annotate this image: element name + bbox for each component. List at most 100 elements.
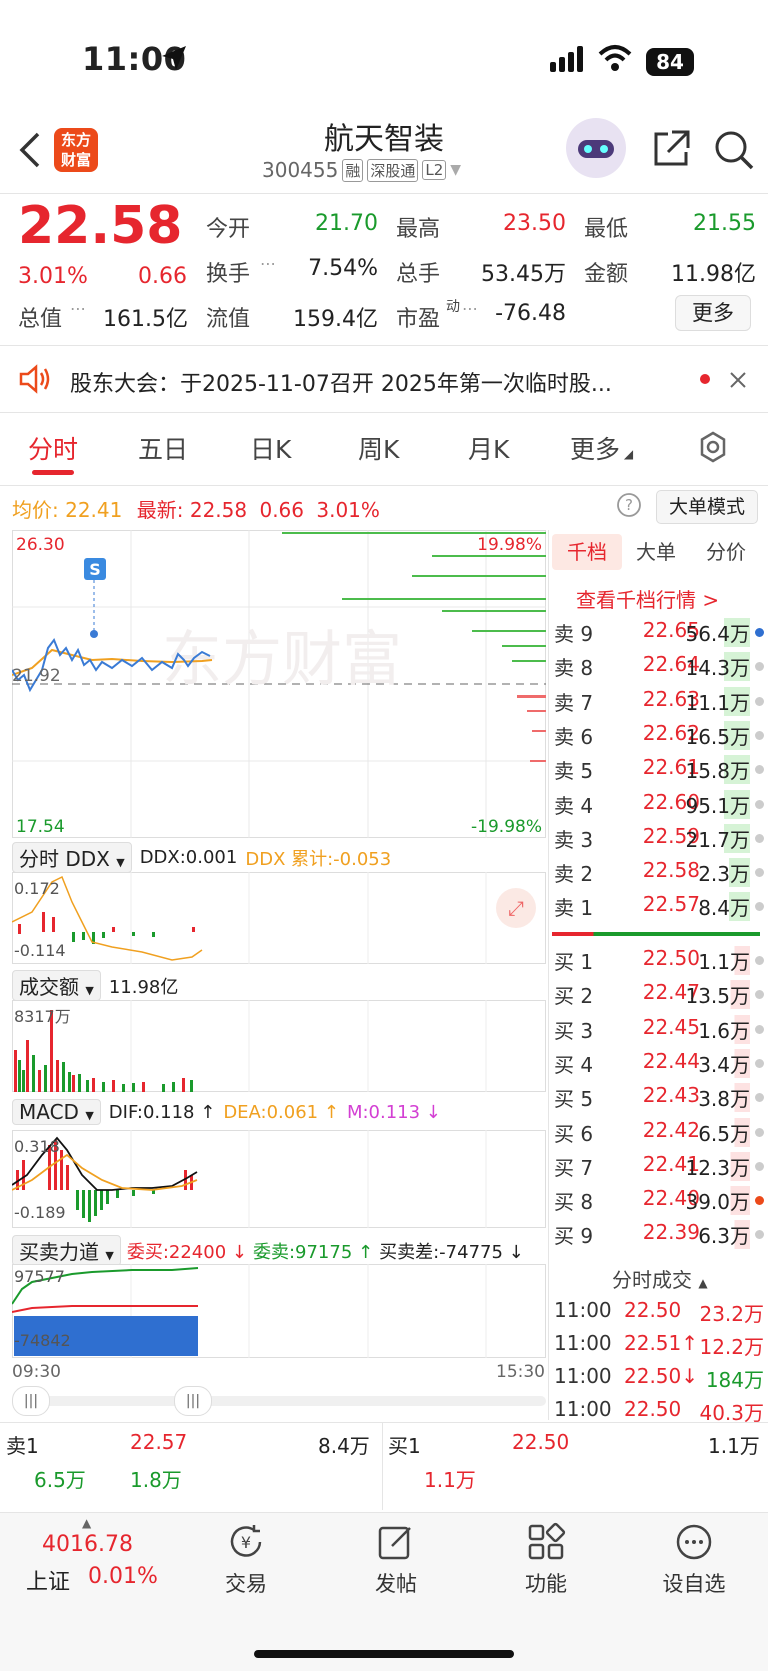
force-axis-top: 97577 <box>14 1267 65 1286</box>
info-icon[interactable]: ⋯ <box>260 254 276 273</box>
info-icon[interactable]: ⋯ <box>70 299 86 318</box>
ask-row[interactable]: 卖 1 22.57 8.4万 <box>554 892 764 926</box>
volume-selector-label: 成交额 <box>19 975 79 999</box>
intraday-chart[interactable]: 东方财富 S 26.30 17.54 21.92 19.98% -19.98% <box>12 530 546 838</box>
force-chart[interactable]: 97577 -74842 <box>12 1264 546 1358</box>
volume-header: 成交额 ▼ 11.98亿 <box>12 970 178 1001</box>
bid-row[interactable]: 买 9 22.39 6.3万 <box>554 1220 764 1254</box>
macd-chart[interactable]: 0.318 -0.189 <box>12 1130 546 1228</box>
macd-selector[interactable]: MACD ▼ <box>12 1099 101 1125</box>
orderbook-tab-price[interactable]: 分价 <box>706 534 746 570</box>
ddx-chart[interactable]: 0.172 -0.114 <box>12 872 546 964</box>
settings-gear-icon[interactable] <box>696 430 730 464</box>
bottom-bid-a: 1.1万 <box>424 1468 476 1492</box>
ask-label: 卖 9 <box>554 622 594 646</box>
volume-selector[interactable]: 成交额 ▼ <box>12 970 101 1001</box>
bid-volume: 1.6万 <box>698 1014 750 1044</box>
bid-volume: 6.3万 <box>698 1220 750 1250</box>
range-scrollbar[interactable] <box>12 1396 546 1406</box>
post-icon[interactable] <box>376 1522 416 1562</box>
more-button[interactable]: 更多 <box>675 295 751 331</box>
help-icon[interactable]: ? <box>616 492 642 518</box>
bottom-ask-vol: 8.4万 <box>318 1434 370 1458</box>
ask-row[interactable]: 卖 2 22.58 2.3万 <box>554 858 764 892</box>
bid-row[interactable]: 买 4 22.44 3.4万 <box>554 1048 764 1083</box>
ask-row[interactable]: 卖 9 22.65 56.4万 <box>554 618 764 652</box>
mcap-label: 总值 <box>18 307 63 332</box>
bid-label: 买 3 <box>554 1018 594 1043</box>
ask-label: 卖 8 <box>554 656 594 681</box>
trades-title[interactable]: 分时成交 ▲ <box>612 1264 708 1293</box>
orderbook-tab-big[interactable]: 大单 <box>636 534 676 570</box>
index-pct: 0.01% <box>88 1564 158 1589</box>
bid-label: 买 9 <box>554 1224 594 1249</box>
ask-row[interactable]: 卖 8 22.64 14.3万 <box>554 652 764 686</box>
tab-weekly-k[interactable]: 周K <box>358 430 399 466</box>
force-selector[interactable]: 买卖力道 ▼ <box>12 1235 121 1266</box>
close-icon[interactable] <box>728 370 748 390</box>
bid-row[interactable]: 买 6 22.42 6.5万 <box>554 1117 764 1152</box>
trade-icon[interactable]: ¥ <box>226 1522 266 1562</box>
search-icon[interactable] <box>712 128 756 172</box>
home-indicator <box>254 1650 514 1658</box>
ask-volume: 2.3万 <box>698 858 750 888</box>
avg-label: 均价: <box>12 498 59 522</box>
tab-monthly-k[interactable]: 月K <box>468 430 509 466</box>
bid-row[interactable]: 买 7 22.41 12.3万 <box>554 1151 764 1186</box>
nav-trade[interactable]: 交易 <box>201 1568 291 1598</box>
fullscreen-button[interactable]: ⤢ <box>496 888 536 928</box>
bid-row[interactable]: 买 5 22.43 3.8万 <box>554 1083 764 1117</box>
tab-more[interactable]: 更多 ◢ <box>570 430 633 466</box>
index-value: 4016.78 <box>42 1532 133 1557</box>
orderbook-link[interactable]: 查看千档行情 > <box>576 584 719 613</box>
index-widget[interactable]: ▲ 4016.78 上证 0.01% <box>22 1516 172 1596</box>
ask-row[interactable]: 卖 5 22.61 15.8万 <box>554 755 764 789</box>
volume-chart[interactable]: 8317万 <box>12 1000 546 1092</box>
orderbook-tab-1000[interactable]: 千档 <box>552 534 622 570</box>
nav-functions[interactable]: 功能 <box>501 1568 591 1598</box>
bid-row[interactable]: 买 2 22.47 13.5万 <box>554 980 764 1014</box>
nav-watchlist[interactable]: 设自选 <box>649 1568 739 1598</box>
ask-row[interactable]: 卖 4 22.60 95.1万 <box>554 789 764 824</box>
avg-value: 22.41 <box>65 498 123 522</box>
bid-label: 买 6 <box>554 1121 594 1146</box>
ask-row[interactable]: 卖 7 22.63 11.1万 <box>554 686 764 721</box>
order-dot-icon <box>755 1093 764 1103</box>
bottom-ask-a: 6.5万 <box>34 1468 86 1492</box>
order-dot-icon <box>755 799 764 809</box>
stock-subtitle[interactable]: 300455 融 深股通 L2 ▼ <box>262 158 461 182</box>
tab-daily-k[interactable]: 日K <box>250 430 291 466</box>
order-dot-icon <box>755 1196 764 1206</box>
trade-row: 11:00 22.51↑ 12.2万 <box>554 1331 764 1361</box>
share-icon[interactable] <box>650 128 692 170</box>
bid-row[interactable]: 买 8 22.40 39.0万 <box>554 1186 764 1220</box>
bid-row[interactable]: 买 3 22.45 1.6万 <box>554 1014 764 1049</box>
info-icon[interactable]: ⋯ <box>462 299 478 318</box>
change-pct: 3.01% <box>18 264 88 289</box>
force-selector-label: 买卖力道 <box>19 1240 99 1264</box>
force-header: 买卖力道 ▼ 委买:22400 ↓ 委卖:97175 ↑ 买卖差:-74775 … <box>12 1235 524 1266</box>
watchlist-icon[interactable] <box>674 1522 714 1562</box>
tab-five-day[interactable]: 五日 <box>138 430 188 466</box>
ddx-sum: DDX 累计:-0.053 <box>245 848 392 870</box>
battery-indicator: 84 <box>646 48 694 76</box>
order-dot-icon <box>755 1230 764 1240</box>
big-order-mode-button[interactable]: 大单模式 <box>656 490 758 524</box>
range-handle-left[interactable]: ||| <box>12 1386 50 1416</box>
ddx-value: DDX:0.001 <box>139 847 238 868</box>
bid-row[interactable]: 买 1 22.50 1.1万 <box>554 946 764 980</box>
ai-assistant-avatar[interactable] <box>566 118 626 178</box>
ddx-selector[interactable]: 分时 DDX ▼ <box>12 842 132 873</box>
trade-time: 11:00 <box>554 1298 612 1322</box>
order-dot-icon <box>755 902 764 912</box>
range-handle-right[interactable]: ||| <box>174 1386 212 1416</box>
functions-icon[interactable] <box>526 1522 566 1562</box>
order-dot-icon <box>755 1127 764 1137</box>
ask-row[interactable]: 卖 6 22.62 16.5万 <box>554 720 764 755</box>
nav-post[interactable]: 发帖 <box>351 1568 441 1598</box>
ask-row[interactable]: 卖 3 22.59 21.7万 <box>554 823 764 858</box>
turnover-label: 换手 <box>206 262 251 287</box>
latest-label: 最新: <box>136 498 184 522</box>
notice-text[interactable]: 股东大会：于2025-11-07召开 2025年第一次临时股... <box>70 366 612 398</box>
tab-intraday[interactable]: 分时 <box>28 430 78 466</box>
